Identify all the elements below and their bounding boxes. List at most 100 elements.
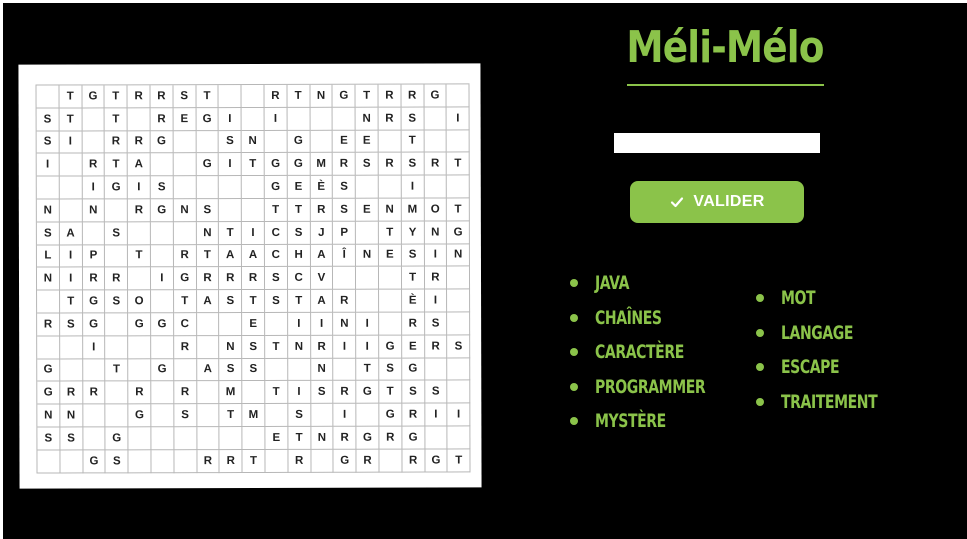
grid-cell[interactable] bbox=[379, 312, 402, 336]
grid-cell[interactable] bbox=[196, 404, 220, 428]
grid-cell[interactable]: T bbox=[265, 335, 288, 359]
grid-cell[interactable]: S bbox=[150, 176, 174, 200]
grid-cell[interactable]: G bbox=[332, 84, 356, 108]
validate-button[interactable]: VALIDER bbox=[630, 181, 804, 223]
grid-cell[interactable]: S bbox=[265, 290, 288, 313]
grid-cell[interactable]: I bbox=[424, 403, 448, 427]
grid-cell[interactable]: T bbox=[128, 244, 151, 268]
grid-cell[interactable]: A bbox=[59, 222, 83, 246]
grid-cell[interactable] bbox=[287, 358, 311, 382]
grid-cell[interactable]: G bbox=[196, 107, 219, 131]
grid-cell[interactable]: I bbox=[150, 267, 174, 291]
grid-cell[interactable] bbox=[150, 244, 174, 268]
grid-cell[interactable]: G bbox=[128, 313, 152, 337]
grid-cell[interactable]: T bbox=[287, 290, 311, 313]
grid-cell[interactable] bbox=[36, 85, 60, 109]
grid-cell[interactable] bbox=[128, 450, 152, 473]
grid-cell[interactable]: R bbox=[173, 335, 197, 359]
grid-cell[interactable] bbox=[424, 358, 448, 381]
grid-cell[interactable]: C bbox=[264, 221, 288, 245]
grid-cell[interactable] bbox=[174, 449, 198, 473]
grid-cell[interactable] bbox=[150, 153, 174, 177]
grid-cell[interactable]: S bbox=[264, 267, 288, 291]
grid-cell[interactable] bbox=[447, 312, 471, 336]
grid-cell[interactable]: N bbox=[82, 199, 106, 223]
grid-cell[interactable]: I bbox=[264, 107, 288, 131]
grid-cell[interactable]: N bbox=[196, 221, 220, 245]
grid-cell[interactable] bbox=[310, 107, 333, 131]
grid-cell[interactable]: S bbox=[242, 358, 266, 382]
grid-cell[interactable] bbox=[82, 108, 106, 132]
grid-cell[interactable]: T bbox=[288, 426, 312, 450]
grid-cell[interactable]: R bbox=[310, 198, 334, 222]
grid-cell[interactable]: T bbox=[355, 84, 379, 108]
grid-cell[interactable]: T bbox=[196, 85, 219, 108]
grid-cell[interactable]: R bbox=[378, 152, 402, 176]
grid-cell[interactable]: S bbox=[402, 380, 425, 404]
grid-cell[interactable]: R bbox=[105, 130, 128, 154]
grid-cell[interactable] bbox=[378, 266, 402, 290]
grid-cell[interactable] bbox=[59, 153, 83, 177]
grid-cell[interactable]: V bbox=[310, 267, 334, 291]
grid-cell[interactable] bbox=[241, 198, 265, 222]
grid-cell[interactable]: M bbox=[242, 404, 266, 427]
grid-cell[interactable]: S bbox=[333, 175, 356, 199]
grid-cell[interactable]: S bbox=[287, 221, 311, 245]
grid-cell[interactable] bbox=[37, 450, 61, 474]
grid-cell[interactable]: I bbox=[59, 267, 83, 291]
grid-cell[interactable]: I bbox=[333, 335, 357, 359]
grid-cell[interactable]: N bbox=[241, 130, 265, 154]
grid-cell[interactable]: I bbox=[356, 335, 380, 359]
grid-cell[interactable]: O bbox=[424, 198, 448, 222]
grid-cell[interactable] bbox=[60, 450, 84, 474]
grid-cell[interactable]: I bbox=[446, 107, 470, 131]
grid-cell[interactable]: A bbox=[127, 153, 151, 177]
grid-cell[interactable]: S bbox=[288, 403, 311, 427]
grid-cell[interactable]: N bbox=[424, 221, 448, 245]
grid-cell[interactable]: S bbox=[401, 152, 425, 176]
grid-cell[interactable]: S bbox=[36, 131, 60, 154]
grid-cell[interactable]: S bbox=[105, 290, 129, 314]
grid-cell[interactable]: R bbox=[60, 381, 83, 405]
grid-cell[interactable]: I bbox=[82, 336, 106, 360]
grid-cell[interactable] bbox=[196, 381, 220, 405]
grid-cell[interactable]: E bbox=[378, 244, 402, 268]
grid-cell[interactable] bbox=[128, 267, 152, 291]
grid-cell[interactable]: G bbox=[82, 313, 106, 337]
grid-cell[interactable] bbox=[37, 336, 61, 360]
grid-cell[interactable]: G bbox=[264, 153, 288, 177]
grid-cell[interactable]: R bbox=[174, 381, 197, 405]
grid-cell[interactable] bbox=[150, 221, 174, 245]
grid-cell[interactable] bbox=[447, 380, 471, 404]
grid-cell[interactable]: S bbox=[401, 107, 425, 131]
grid-cell[interactable]: I bbox=[287, 312, 311, 336]
grid-cell[interactable]: S bbox=[447, 335, 471, 359]
grid-cell[interactable]: G bbox=[196, 153, 220, 177]
grid-cell[interactable]: I bbox=[36, 153, 60, 177]
grid-cell[interactable] bbox=[105, 313, 129, 337]
grid-cell[interactable]: G bbox=[401, 358, 425, 381]
grid-cell[interactable]: R bbox=[333, 153, 356, 176]
grid-cell[interactable]: Y bbox=[401, 221, 425, 245]
grid-cell[interactable] bbox=[447, 289, 471, 313]
grid-cell[interactable] bbox=[447, 266, 471, 290]
grid-cell[interactable]: S bbox=[219, 358, 243, 382]
grid-cell[interactable]: N bbox=[37, 404, 61, 428]
grid-cell[interactable]: T bbox=[196, 244, 220, 268]
grid-cell[interactable] bbox=[265, 404, 289, 427]
grid-cell[interactable] bbox=[128, 222, 151, 245]
grid-cell[interactable]: T bbox=[356, 358, 380, 382]
grid-cell[interactable]: G bbox=[128, 404, 152, 428]
grid-cell[interactable]: S bbox=[36, 222, 60, 246]
grid-cell[interactable]: G bbox=[264, 176, 288, 199]
grid-cell[interactable] bbox=[446, 84, 470, 108]
grid-cell[interactable] bbox=[82, 130, 106, 154]
grid-cell[interactable] bbox=[82, 222, 106, 246]
grid-cell[interactable]: G bbox=[150, 199, 174, 223]
grid-cell[interactable]: S bbox=[219, 290, 243, 314]
grid-cell[interactable]: I bbox=[401, 175, 425, 199]
grid-cell[interactable]: I bbox=[424, 244, 448, 267]
grid-cell[interactable] bbox=[333, 358, 357, 382]
grid-cell[interactable]: S bbox=[355, 153, 379, 176]
grid-cell[interactable] bbox=[82, 404, 106, 428]
